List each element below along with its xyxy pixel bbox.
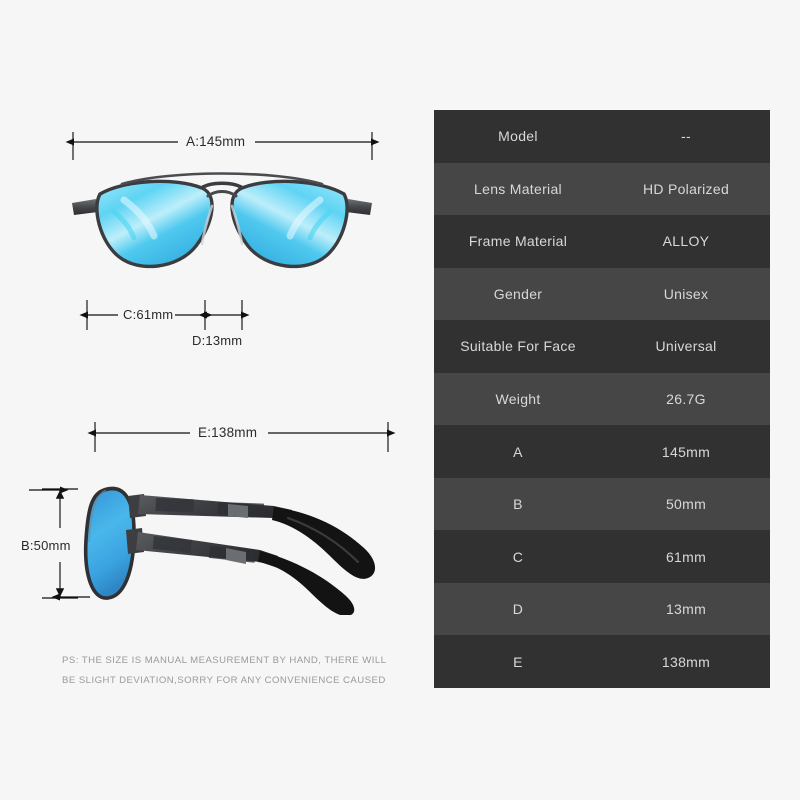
dimension-label-e: E:138mm	[198, 425, 258, 440]
table-row: D 13mm	[434, 582, 770, 636]
table-row: A 145mm	[434, 425, 770, 478]
table-row: B 50mm	[434, 477, 770, 531]
dimension-label-c: C:61mm	[123, 307, 174, 322]
dimension-label-d: D:13mm	[192, 333, 243, 348]
spec-value: 61mm	[665, 548, 707, 565]
spec-key: E	[513, 653, 523, 670]
table-row: Model --	[434, 110, 770, 163]
spec-value: HD Polarized	[642, 180, 730, 197]
spec-value: Unisex	[663, 285, 709, 302]
spec-value: 50mm	[665, 496, 707, 513]
product-spec-sheet: A:145mm C:61mm D:13mm E:138mm B:50mm PS:…	[0, 0, 800, 800]
spec-key: D	[512, 601, 524, 618]
spec-value: --	[681, 128, 691, 145]
spec-value: 13mm	[665, 601, 707, 618]
measurement-note-line1: PS: THE SIZE IS MANUAL MEASUREMENT BY HA…	[62, 655, 387, 666]
measurement-note-line2: BE SLIGHT DEVIATION,SORRY FOR ANY CONVEN…	[62, 675, 386, 686]
table-row: C 61mm	[434, 530, 770, 583]
spec-key: Gender	[493, 285, 543, 302]
table-row: Gender Unisex	[434, 267, 770, 321]
spec-key: Model	[498, 128, 538, 145]
diagram-panel: A:145mm C:61mm D:13mm E:138mm B:50mm PS:…	[0, 0, 432, 800]
table-row: Suitable For Face Universal	[434, 320, 770, 373]
spec-key: Weight	[495, 391, 541, 407]
spec-value: Universal	[655, 338, 717, 355]
table-row: Lens Material HD Polarized	[434, 162, 770, 216]
spec-value: ALLOY	[662, 233, 710, 250]
table-row: E 138mm	[434, 635, 770, 689]
dimension-label-a: A:145mm	[186, 134, 246, 149]
spec-key: C	[512, 548, 524, 565]
spec-key: B	[513, 496, 523, 513]
spec-value: 145mm	[661, 443, 711, 460]
spec-key: Frame Material	[468, 233, 568, 250]
specification-table: Model -- Lens Material HD Polarized Fram…	[434, 110, 770, 689]
spec-value: 26.7G	[666, 391, 706, 407]
spec-key: A	[513, 443, 523, 460]
dimension-label-b: B:50mm	[21, 538, 71, 553]
table-row: Weight 26.7G	[434, 372, 770, 426]
spec-value: 138mm	[661, 653, 711, 670]
sunglasses-front-view	[72, 172, 372, 269]
spec-key: Lens Material	[474, 180, 562, 197]
table-row: Frame Material ALLOY	[434, 215, 770, 268]
spec-key: Suitable For Face	[460, 338, 576, 355]
sunglasses-side-view	[83, 486, 376, 615]
